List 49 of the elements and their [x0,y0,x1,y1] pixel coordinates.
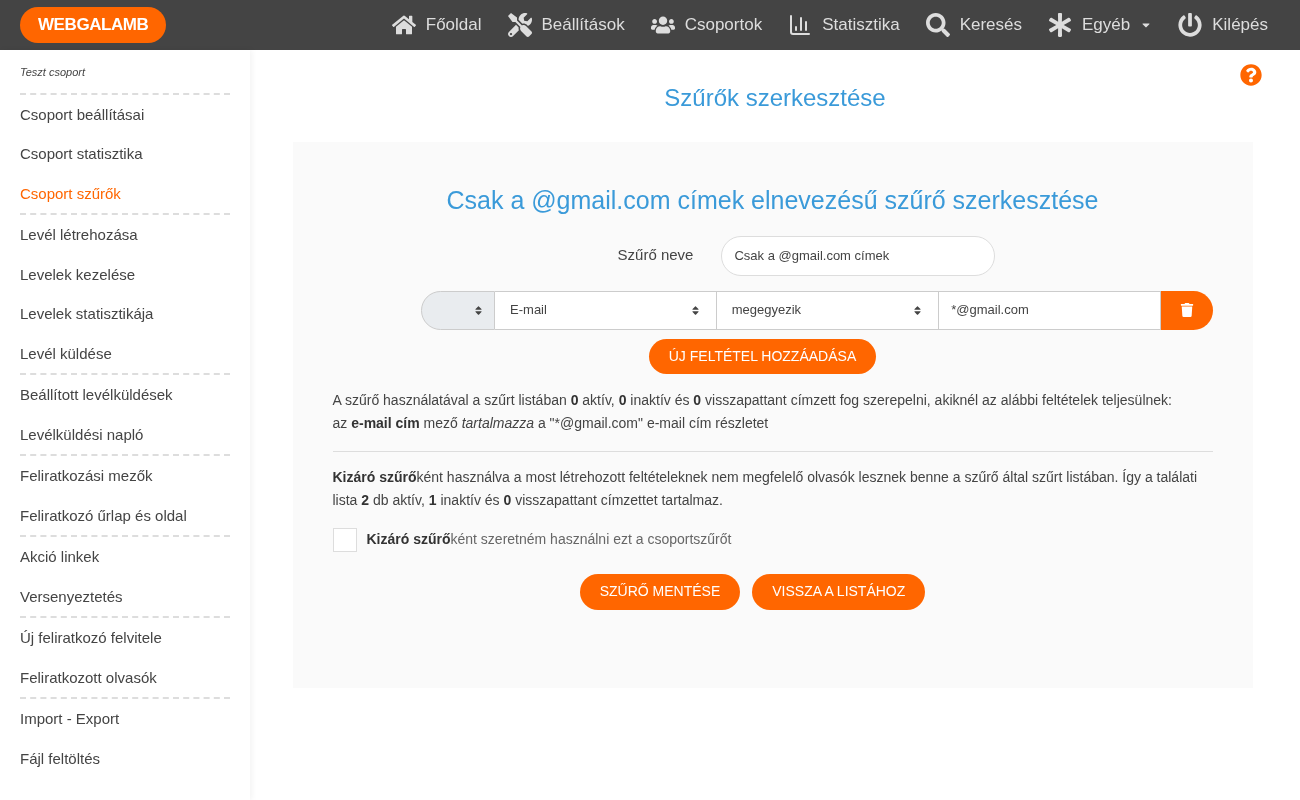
operator-select[interactable]: megegyezik [716,290,940,330]
sort-icon [689,304,701,316]
home-icon [391,13,416,37]
sidebar-item[interactable]: Feliratkozott olvasók [20,657,230,697]
power-icon [1178,13,1203,37]
sidebar-item[interactable]: Levél létrehozása [20,215,230,255]
value-field[interactable]: *@gmail.com [939,290,1161,330]
sidebar-item[interactable]: Új feliratkozó felvitele [20,618,230,658]
sidebar-item[interactable]: Import - Export [20,699,230,739]
bar-chart-icon [788,13,813,37]
tools-icon [507,13,532,37]
exclusion-text: Kizáró szűrőként használva a most létrehozott feltételeknek nem megfelelő olvasók lesznek benne a szűrő által szűrt listában. Így a találati lista 2 db aktív, 1 inaktív és 0 visszapattant címzettet tartalmaz. [332,467,1199,510]
sidebar-item[interactable]: Feliratkozó űrlap és oldal [20,495,230,535]
sidebar-item[interactable]: Fájl feltöltés [20,738,230,778]
sidebar-item[interactable]: Levélküldési napló [20,414,230,454]
trash-icon [1179,303,1194,317]
page-title: Szűrők szerkesztése [664,83,886,113]
field-label: Szűrő neve [617,245,694,266]
summary-text: az e-mail cím mező tartalmazza a "*@gmail.com" e-mail cím részletet [332,413,770,433]
sidebar-item[interactable]: Levelek kezelése [20,254,230,294]
sidebar-item[interactable]: Versenyeztetés [20,576,230,616]
search-icon [925,13,950,37]
nav-link[interactable]: Főoldal [391,12,482,38]
field-select[interactable]: E-mail [495,290,717,330]
nav-link[interactable]: Statisztika [788,12,900,38]
card-title: Csak a @gmail.com címek elnevezésű szűrő szerkesztése [445,185,1100,216]
group-title: Teszt csoport [20,65,87,80]
sort-icon [912,304,924,316]
checkbox-label: Kizáró szűrőként szeretném használni ezt a csoportszűrőt [366,530,732,549]
checkbox[interactable] [332,527,357,552]
asterisk-icon [1048,13,1073,37]
nav-link[interactable]: Csoportok [650,12,763,38]
sidebar-item[interactable]: Levelek statisztikája [20,294,230,334]
name-field[interactable]: Csak a @gmail.com címek [721,235,996,276]
sidebar-item[interactable]: Levél küldése [20,333,230,373]
nav-link[interactable]: Beállítások [507,12,625,38]
sidebar-item[interactable]: Csoport statisztika [20,134,230,174]
nav-link[interactable]: Egyéb [1048,12,1153,38]
connector-select[interactable] [420,290,496,330]
sidebar-item[interactable]: Beállított levélküldések [20,375,230,415]
sidebar-item[interactable]: Akció linkek [20,537,230,577]
help-icon[interactable] [1240,64,1262,86]
nav-link[interactable]: Kilépés [1178,12,1268,38]
sort-icon [473,304,485,316]
sidebar-item[interactable]: Csoport beállításai [20,94,230,134]
nav-link[interactable]: Keresés [925,12,1023,38]
summary-text: A szűrő használatával a szűrt listában 0 aktív, 0 inaktív és 0 visszapattant címzett fog szerepelni, akiknél az alábbi feltételek teljesülnek: [332,390,1173,410]
sidebar-item[interactable]: Feliratkozási mezők [20,456,230,496]
delete-button[interactable] [1160,290,1213,330]
